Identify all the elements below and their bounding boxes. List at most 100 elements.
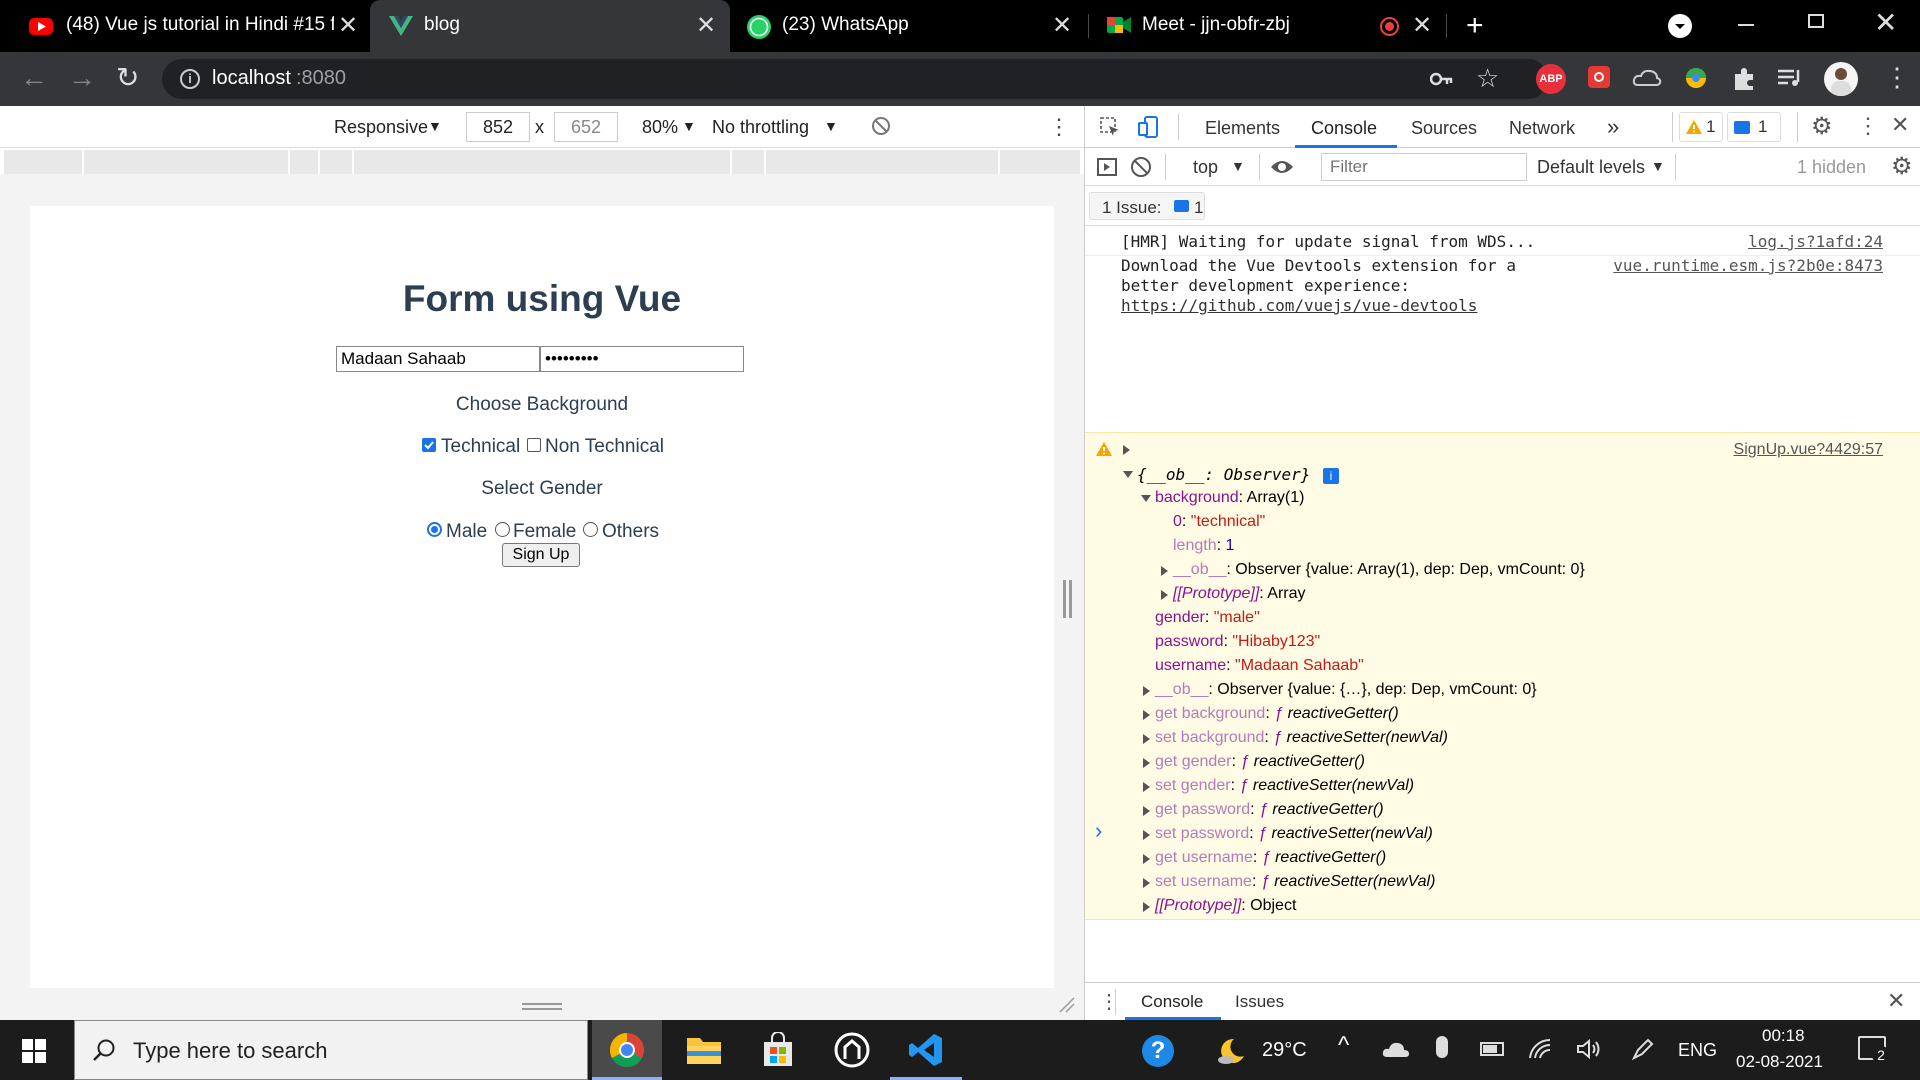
log-source-link[interactable]: vue.runtime.esm.js?2b0e:8473 <box>1613 256 1883 275</box>
collapse-caret-icon[interactable] <box>1141 495 1151 502</box>
media-control-icon[interactable] <box>1776 66 1804 90</box>
battery-icon[interactable] <box>1480 1042 1504 1056</box>
clear-console-icon[interactable] <box>1131 157 1151 177</box>
tab-youtube[interactable]: (48) Vue js tutorial in Hindi #15 fo ✕ <box>0 0 370 52</box>
sidebar-toggle-icon[interactable] <box>1097 158 1117 176</box>
zoom-select[interactable]: 80% <box>642 117 678 138</box>
volume-icon[interactable] <box>1576 1038 1602 1060</box>
extension-cloud-icon[interactable] <box>1632 67 1662 89</box>
non-technical-checkbox[interactable] <box>527 438 541 452</box>
close-tab-icon[interactable]: ✕ <box>1048 12 1076 40</box>
tab-sources[interactable]: Sources <box>1411 118 1477 139</box>
vscode-icon[interactable] <box>890 1032 962 1080</box>
adblock-icon[interactable]: ABP <box>1536 64 1566 94</box>
log-levels-select[interactable]: Default levels <box>1537 157 1645 178</box>
wifi-icon[interactable] <box>1528 1038 1552 1060</box>
technical-checkbox[interactable] <box>422 438 436 452</box>
expand-caret-icon[interactable] <box>1143 902 1150 912</box>
browser-menu-icon[interactable]: ⋮ <box>1884 62 1910 93</box>
close-tab-icon[interactable]: ✕ <box>334 12 362 40</box>
messages-counter[interactable]: 1 <box>1727 112 1781 142</box>
expand-caret-icon[interactable] <box>1143 686 1150 696</box>
throttling-select[interactable]: No throttling <box>712 117 809 138</box>
drawer-tab-console[interactable]: Console <box>1141 992 1203 1012</box>
close-tab-icon[interactable]: ✕ <box>1408 12 1436 40</box>
device-mode-select[interactable]: Responsive <box>334 117 428 138</box>
weather-temperature[interactable]: 29°C <box>1262 1039 1307 1062</box>
close-tab-icon[interactable]: ✕ <box>692 12 720 40</box>
onedrive-icon[interactable] <box>1382 1040 1410 1058</box>
clock-date[interactable]: 02-08-2021 <box>1736 1052 1823 1072</box>
viewport-height-input[interactable]: 652 <box>554 112 618 142</box>
expand-caret-icon[interactable] <box>1143 878 1150 888</box>
taskbar-chrome[interactable] <box>592 1020 662 1080</box>
rotate-icon[interactable] <box>870 115 892 137</box>
pen-icon[interactable] <box>1630 1036 1656 1062</box>
devtools-link[interactable]: https://github.com/vuejs/vue-devtools <box>1121 296 1477 315</box>
inspect-element-icon[interactable] <box>1099 116 1121 138</box>
new-tab-icon[interactable]: + <box>1466 10 1484 42</box>
tab-console[interactable]: Console <box>1311 118 1377 139</box>
expand-caret-icon[interactable] <box>1143 854 1150 864</box>
reload-icon[interactable]: ↻ <box>116 61 139 94</box>
tab-network[interactable]: Network <box>1509 118 1575 139</box>
expand-caret-icon[interactable] <box>1161 566 1168 576</box>
devtools-menu-icon[interactable]: ⋮ <box>1857 113 1879 139</box>
forward-icon[interactable]: → <box>68 62 96 94</box>
expand-caret-icon[interactable] <box>1143 782 1150 792</box>
male-radio[interactable] <box>427 522 442 537</box>
expand-caret-icon[interactable] <box>1123 445 1130 455</box>
notification-center-icon[interactable]: 2 <box>1858 1036 1890 1064</box>
viewport-width-input[interactable]: 852 <box>466 112 530 142</box>
expand-caret-icon[interactable] <box>1143 806 1150 816</box>
address-bar[interactable]: i localhost :8080 ☆ <box>162 59 1548 99</box>
clock-time[interactable]: 00:18 <box>1762 1026 1805 1046</box>
expand-caret-icon[interactable] <box>1143 710 1150 720</box>
device-toolbar-toggle-icon[interactable] <box>1137 115 1161 139</box>
sign-up-button[interactable]: Sign Up <box>502 543 580 567</box>
site-info-icon[interactable]: i <box>180 69 200 89</box>
expand-caret-icon[interactable] <box>1143 734 1150 744</box>
tab-elements[interactable]: Elements <box>1205 118 1280 139</box>
console-prompt-icon[interactable]: › <box>1095 818 1102 844</box>
resize-handle-bottom[interactable] <box>522 1003 562 1005</box>
restore-icon[interactable] <box>1808 14 1824 28</box>
github-desktop-icon[interactable] <box>834 1032 870 1068</box>
tab-meet[interactable]: Meet - jjn-obfr-zbj ✕ <box>1090 0 1446 52</box>
expand-caret-icon[interactable] <box>1161 590 1168 600</box>
log-source-link[interactable]: log.js?1afd:24 <box>1748 232 1883 251</box>
tab-search-icon[interactable] <box>1668 14 1692 38</box>
more-tabs-icon[interactable]: » <box>1607 114 1619 140</box>
collapse-caret-icon[interactable] <box>1123 471 1133 478</box>
others-radio[interactable] <box>583 522 598 537</box>
close-drawer-icon[interactable]: ✕ <box>1887 988 1905 1014</box>
expand-caret-icon[interactable] <box>1143 830 1150 840</box>
taskbar-search-box[interactable]: Type here to search <box>74 1020 588 1080</box>
file-explorer-icon[interactable] <box>686 1034 722 1066</box>
password-input[interactable] <box>540 346 744 372</box>
profile-avatar[interactable] <box>1824 62 1858 96</box>
username-input[interactable] <box>336 346 540 372</box>
info-icon[interactable]: i <box>1323 468 1339 484</box>
log-source-link[interactable]: SignUp.vue?4429:57 <box>1734 441 1883 459</box>
extension-red-icon[interactable] <box>1588 66 1610 88</box>
warnings-counter[interactable]: 1 <box>1679 112 1723 142</box>
media-query-bar[interactable] <box>4 150 1080 174</box>
extension-colorful-icon[interactable] <box>1682 65 1710 91</box>
key-icon[interactable] <box>1430 69 1454 89</box>
microsoft-store-icon[interactable] <box>760 1032 796 1068</box>
context-select[interactable]: top <box>1193 157 1218 178</box>
tab-whatsapp[interactable]: (23) WhatsApp ✕ <box>730 0 1088 52</box>
drawer-tab-issues[interactable]: Issues <box>1235 992 1284 1012</box>
minimize-icon[interactable] <box>1738 24 1754 26</box>
input-language[interactable]: ENG <box>1678 1040 1717 1061</box>
issues-button[interactable]: 1 Issue: 1 <box>1089 192 1205 220</box>
female-radio[interactable] <box>495 522 510 537</box>
drawer-menu-icon[interactable]: ⋮ <box>1099 989 1119 1014</box>
object-preview[interactable]: {__ob__: Observer} <box>1137 465 1310 484</box>
close-devtools-icon[interactable]: ✕ <box>1891 112 1909 138</box>
tab-blog[interactable]: blog ✕ <box>370 0 730 52</box>
back-icon[interactable]: ← <box>20 62 48 94</box>
console-settings-gear-icon[interactable]: ⚙ <box>1891 152 1913 181</box>
console-filter-input[interactable] <box>1321 153 1527 181</box>
